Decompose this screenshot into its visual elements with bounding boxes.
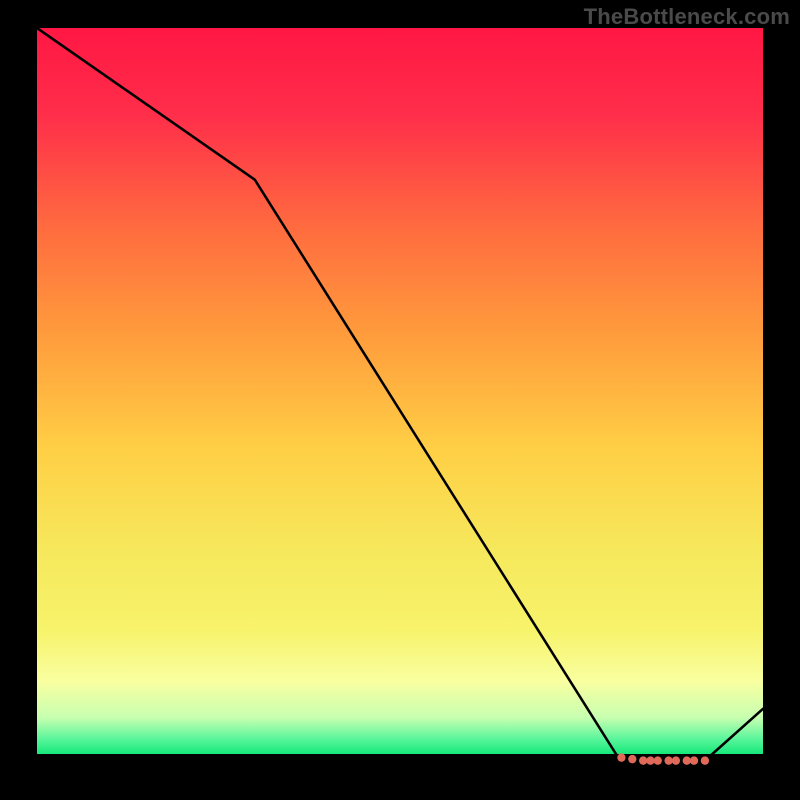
curve-layer xyxy=(37,28,763,768)
optimal-marker xyxy=(639,756,647,764)
optimal-marker xyxy=(617,753,625,761)
watermark-text: TheBottleneck.com xyxy=(584,4,790,30)
optimal-marker-group xyxy=(617,753,709,764)
optimal-marker xyxy=(701,756,709,764)
optimal-marker xyxy=(646,756,654,764)
plot-area xyxy=(37,28,763,768)
chart-frame: TheBottleneck.com xyxy=(0,0,800,800)
optimal-marker xyxy=(628,755,636,763)
optimal-marker xyxy=(683,756,691,764)
optimal-marker xyxy=(690,756,698,764)
optimal-marker xyxy=(664,756,672,764)
optimal-marker xyxy=(654,756,662,764)
optimal-marker xyxy=(672,756,680,764)
bottleneck-curve-path xyxy=(37,28,763,761)
